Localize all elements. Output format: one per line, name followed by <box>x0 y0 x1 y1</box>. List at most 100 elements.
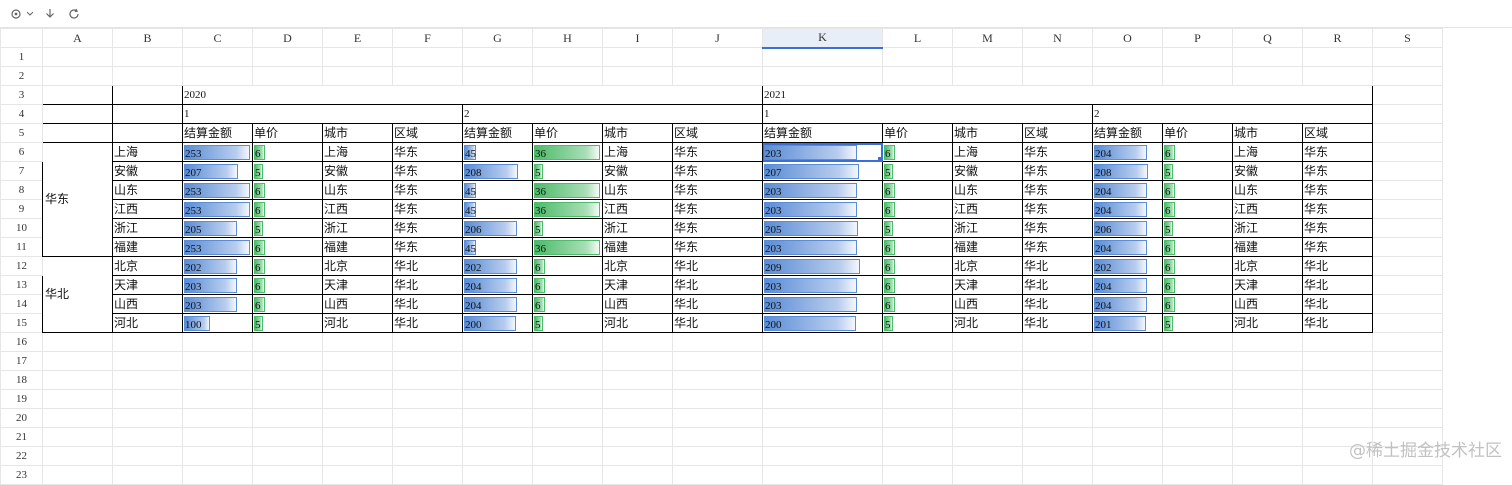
cell[interactable] <box>1372 123 1443 143</box>
city-cell[interactable]: 山东 <box>322 180 393 200</box>
cell[interactable] <box>112 465 183 485</box>
price-cell[interactable]: 36 <box>532 180 603 200</box>
cell[interactable] <box>1022 47 1093 67</box>
cell[interactable] <box>762 427 883 447</box>
cell[interactable] <box>392 408 463 428</box>
cell[interactable] <box>1092 332 1163 352</box>
region-cell[interactable]: 华北 <box>672 275 763 295</box>
cell[interactable] <box>1162 47 1233 67</box>
city-cell[interactable]: 河北 <box>112 313 183 333</box>
cell[interactable] <box>672 332 763 352</box>
cell[interactable] <box>42 351 113 371</box>
city-cell[interactable]: 山西 <box>322 294 393 314</box>
cell[interactable] <box>392 332 463 352</box>
cell[interactable] <box>952 351 1023 371</box>
cell[interactable] <box>1372 275 1443 295</box>
column-header-s[interactable]: S <box>1372 28 1443 48</box>
cell[interactable] <box>1302 389 1373 409</box>
cell[interactable] <box>392 427 463 447</box>
region-cell[interactable]: 华东 <box>42 142 113 257</box>
cell[interactable] <box>1022 351 1093 371</box>
cell[interactable] <box>42 66 113 86</box>
city-cell[interactable]: 江西 <box>322 199 393 219</box>
amount-cell[interactable]: 208 <box>462 161 533 181</box>
city-cell[interactable]: 天津 <box>602 275 673 295</box>
cell[interactable] <box>672 408 763 428</box>
cell[interactable] <box>1232 370 1303 390</box>
cell[interactable] <box>112 104 183 124</box>
price-cell[interactable]: 6 <box>252 294 323 314</box>
region-cell[interactable]: 华东 <box>392 199 463 219</box>
city-cell[interactable]: 山西 <box>952 294 1023 314</box>
amount-cell[interactable]: 204 <box>462 294 533 314</box>
cell[interactable] <box>392 389 463 409</box>
column-header-p[interactable]: P <box>1162 28 1233 48</box>
column-header-h[interactable]: H <box>532 28 603 48</box>
city-cell[interactable]: 上海 <box>602 142 673 162</box>
region-cell[interactable]: 华北 <box>42 256 113 333</box>
cell[interactable] <box>182 66 253 86</box>
price-cell[interactable]: 6 <box>1162 275 1233 295</box>
city-cell[interactable]: 上海 <box>322 142 393 162</box>
cell[interactable] <box>1372 332 1443 352</box>
price-cell[interactable]: 5 <box>1162 218 1233 238</box>
row-header-8[interactable]: 8 <box>0 180 43 200</box>
cell[interactable] <box>602 427 673 447</box>
column-header-m[interactable]: M <box>952 28 1023 48</box>
cell[interactable] <box>182 389 253 409</box>
city-cell[interactable]: 福建 <box>322 237 393 257</box>
amount-cell[interactable]: 203 <box>182 275 253 295</box>
amount-cell[interactable]: 253 <box>182 180 253 200</box>
price-cell[interactable]: 6 <box>532 256 603 276</box>
region-cell[interactable]: 华东 <box>1022 142 1093 162</box>
price-cell[interactable]: 6 <box>252 256 323 276</box>
price-cell[interactable]: 6 <box>882 294 953 314</box>
region-cell[interactable]: 华东 <box>1022 180 1093 200</box>
cell[interactable] <box>1162 66 1233 86</box>
region-cell[interactable]: 华东 <box>392 237 463 257</box>
region-cell[interactable]: 华东 <box>672 218 763 238</box>
cell[interactable] <box>42 427 113 447</box>
region-cell[interactable]: 华东 <box>1302 199 1373 219</box>
city-cell[interactable]: 天津 <box>112 275 183 295</box>
cell[interactable] <box>602 332 673 352</box>
cell[interactable] <box>1232 47 1303 67</box>
row-header-10[interactable]: 10 <box>0 218 43 238</box>
cell[interactable] <box>42 332 113 352</box>
amount-cell[interactable]: 203 <box>762 142 883 162</box>
cell[interactable] <box>462 389 533 409</box>
cell[interactable] <box>762 408 883 428</box>
row-header-14[interactable]: 14 <box>0 294 43 314</box>
cell[interactable] <box>1372 237 1443 257</box>
cell[interactable] <box>952 332 1023 352</box>
row-header-5[interactable]: 5 <box>0 123 43 143</box>
region-cell[interactable]: 华北 <box>1022 313 1093 333</box>
city-cell[interactable]: 安徽 <box>322 161 393 181</box>
region-cell[interactable]: 华东 <box>1302 161 1373 181</box>
amount-cell[interactable]: 206 <box>1092 218 1163 238</box>
amount-cell[interactable]: 203 <box>762 275 883 295</box>
cell[interactable] <box>462 66 533 86</box>
cell[interactable] <box>602 370 673 390</box>
cell[interactable] <box>462 351 533 371</box>
cell[interactable] <box>1092 465 1163 485</box>
row-header-22[interactable]: 22 <box>0 446 43 466</box>
cell[interactable] <box>672 47 763 67</box>
cell[interactable] <box>462 332 533 352</box>
cell[interactable] <box>322 66 393 86</box>
cell[interactable] <box>882 465 953 485</box>
region-cell[interactable]: 华东 <box>1302 142 1373 162</box>
cell[interactable] <box>672 389 763 409</box>
region-cell[interactable]: 华东 <box>672 142 763 162</box>
cell[interactable] <box>952 465 1023 485</box>
cell[interactable] <box>1022 370 1093 390</box>
price-cell[interactable]: 6 <box>252 199 323 219</box>
city-cell[interactable]: 北京 <box>952 256 1023 276</box>
cell[interactable] <box>1092 47 1163 67</box>
cell[interactable] <box>322 389 393 409</box>
amount-cell[interactable]: 204 <box>1092 180 1163 200</box>
cell[interactable] <box>252 332 323 352</box>
cell[interactable] <box>672 351 763 371</box>
region-cell[interactable]: 华东 <box>1022 218 1093 238</box>
cell[interactable] <box>1372 85 1443 105</box>
